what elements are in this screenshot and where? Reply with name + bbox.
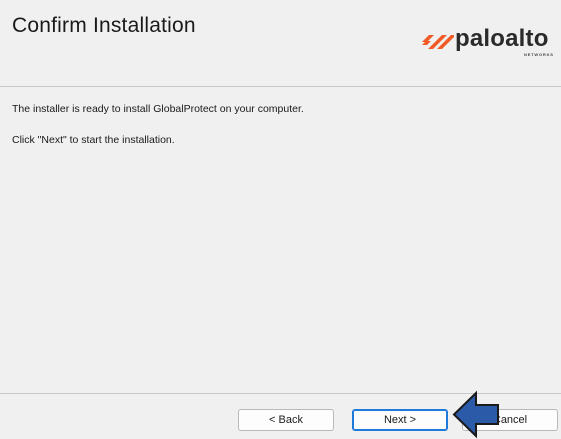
next-button[interactable]: Next > xyxy=(352,409,448,431)
paloalto-logo: paloalto NETWORKS xyxy=(418,22,561,66)
content-area: The installer is ready to install Global… xyxy=(0,87,561,393)
annotation-arrow-icon xyxy=(452,390,499,439)
header-banner: Confirm Installation paloalto NETWORKS xyxy=(0,0,561,87)
page-title: Confirm Installation xyxy=(12,14,196,37)
logo-wordmark: paloalto xyxy=(455,25,549,52)
paloalto-logo-icon xyxy=(422,35,454,49)
next-instruction: Click "Next" to start the installation. xyxy=(12,134,175,146)
back-button[interactable]: < Back xyxy=(238,409,334,431)
ready-message: The installer is ready to install Global… xyxy=(12,103,304,115)
logo-subtext: NETWORKS xyxy=(524,52,554,57)
